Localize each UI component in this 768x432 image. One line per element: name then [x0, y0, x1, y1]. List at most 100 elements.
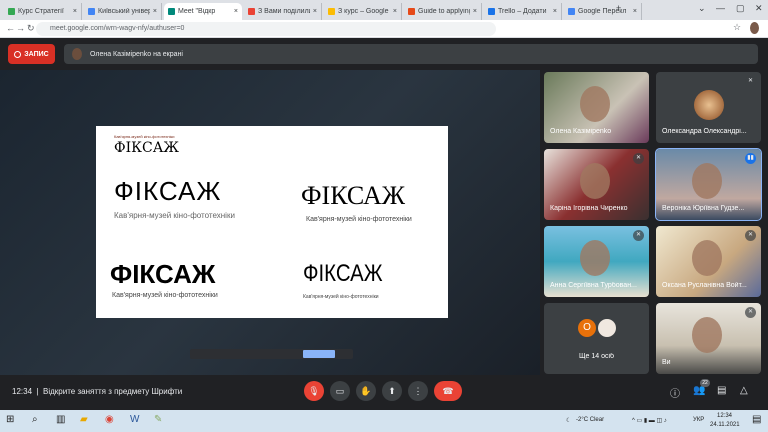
- camera-toggle-button[interactable]: ▭: [330, 381, 350, 401]
- browser-tab[interactable]: Google Перекл ×: [564, 3, 642, 20]
- address-bar-row: ← → ↻ meet.google.com/wrn-wagv-nfy/authu…: [0, 20, 768, 38]
- mic-toggle-button[interactable]: 🎙: [304, 381, 324, 401]
- close-tab-icon[interactable]: ×: [633, 8, 637, 15]
- tab-title: Meet "Відкр: [178, 8, 216, 15]
- participant-name: Вероніка Юріївна Гудзе...: [662, 205, 745, 212]
- tab-strip: Курс Стратегії × Київський універ × Meet "Ві…: [0, 0, 768, 20]
- record-icon: [14, 50, 22, 58]
- mic-muted-icon: ✕: [745, 307, 756, 318]
- tab-search-icon[interactable]: ⌄: [698, 3, 706, 14]
- tab-title: Guide to applying: [418, 8, 470, 15]
- maximize-icon[interactable]: ▢: [736, 3, 745, 14]
- small-logo-caption: Кав'ярня-музей кіно-фототехніки: [114, 134, 175, 139]
- participant-video: [692, 163, 722, 199]
- info-icon[interactable]: ⓘ: [670, 385, 680, 400]
- file-explorer-icon[interactable]: ▰: [80, 414, 88, 425]
- participant-tile[interactable]: Ви ✕: [656, 303, 761, 374]
- browser-tab[interactable]: Курс Стратегії ×: [4, 3, 82, 20]
- chrome-icon[interactable]: ◉: [105, 414, 114, 425]
- word-icon[interactable]: W: [130, 414, 139, 425]
- minimize-icon[interactable]: —: [716, 3, 725, 13]
- participant-name: Ви: [662, 359, 671, 366]
- url-input[interactable]: meet.google.com/wrn-wagv-nfy/authuser=0: [36, 22, 496, 36]
- participant-video: [580, 86, 610, 122]
- back-icon[interactable]: ←: [6, 23, 15, 33]
- more-options-button[interactable]: ⋮: [408, 381, 428, 401]
- favicon-icon: [8, 8, 15, 15]
- participant-video: [580, 240, 610, 276]
- activities-icon[interactable]: △: [740, 385, 748, 396]
- favicon-icon: [568, 8, 575, 15]
- presenting-banner: Олена Казімірenko на екрані: [64, 44, 758, 64]
- browser-tab[interactable]: З курс – Google ×: [324, 3, 402, 20]
- recording-indicator[interactable]: ЗАПИС: [8, 44, 55, 64]
- participant-tile[interactable]: Оксана Русланівна Войт... ✕: [656, 226, 761, 297]
- participant-count-badge: 22: [700, 379, 710, 387]
- weather-text[interactable]: -2°C Clear: [576, 417, 604, 423]
- start-icon[interactable]: ⊞: [6, 414, 14, 425]
- close-tab-icon[interactable]: ×: [473, 8, 477, 15]
- close-tab-icon[interactable]: ×: [153, 8, 157, 15]
- task-view-icon[interactable]: ▥: [56, 414, 65, 425]
- chat-icon[interactable]: ▤: [717, 385, 726, 396]
- clock-date[interactable]: 24.11.2021: [710, 422, 740, 428]
- meeting-title: Відкрите заняття з предмету Шрифти: [43, 387, 183, 396]
- leave-call-button[interactable]: ☎: [434, 381, 462, 401]
- language-indicator[interactable]: УКР: [693, 417, 704, 423]
- participant-tile[interactable]: Вероніка Юріївна Гудзе... ▮▮: [655, 148, 762, 221]
- raise-hand-button[interactable]: ✋: [356, 381, 376, 401]
- browser-tab[interactable]: З Вами поділили ×: [244, 3, 322, 20]
- favicon-icon: [488, 8, 495, 15]
- tab-title: Київський універ: [98, 8, 150, 15]
- participant-video: [692, 240, 722, 276]
- close-tab-icon[interactable]: ×: [73, 8, 77, 15]
- tab-title: Google Перекл: [578, 8, 627, 15]
- search-icon[interactable]: ⌕: [32, 414, 38, 425]
- participant-name: Каріна Ігорівна Чиренко: [550, 205, 628, 212]
- avatar: О: [578, 319, 596, 337]
- reload-icon[interactable]: ↻: [27, 23, 35, 34]
- participant-tile[interactable]: О Ще 14 осіб: [544, 303, 649, 374]
- browser-tab[interactable]: Meet "Відкр ×: [164, 3, 242, 20]
- clock-time[interactable]: 12:34: [717, 413, 732, 419]
- presentation-slide: Кав'ярня-музей кіно-фототехніки ФІКСАЖ Ф…: [96, 126, 448, 318]
- participant-video: [580, 163, 610, 199]
- camera-icon: ▭: [335, 385, 345, 396]
- more-participants-label: Ще 14 осіб: [578, 353, 615, 360]
- more-vert-icon: ⋮: [413, 385, 423, 396]
- meeting-time: 12:34 | Відкрите заняття з предмету Шриф…: [12, 387, 183, 396]
- close-tab-icon[interactable]: ×: [393, 8, 397, 15]
- paint-icon[interactable]: ✎: [154, 414, 162, 425]
- present-button[interactable]: ⬆: [382, 381, 402, 401]
- logo-subtitle: Кав'ярня-музей кіно-фототехніки: [303, 294, 379, 300]
- browser-tab[interactable]: Київський універ ×: [84, 3, 162, 20]
- windows-taskbar: ⊞ ⌕ ▥ ▰ ◉ W ✎ ☾ -2°C Clear ^ ▭ ▮ ▬ ◫ ♪ У…: [0, 410, 768, 432]
- mic-muted-icon: ✕: [745, 230, 756, 241]
- browser-tab[interactable]: Guide to applying ×: [404, 3, 482, 20]
- new-tab-button[interactable]: +: [616, 3, 621, 13]
- toast-action-button[interactable]: [303, 350, 335, 358]
- close-tab-icon[interactable]: ×: [234, 8, 238, 15]
- participant-video: [692, 317, 722, 353]
- participant-name: Олександра Олександрі...: [662, 128, 747, 135]
- tray-icons[interactable]: ^ ▭ ▮ ▬ ◫ ♪: [632, 417, 667, 424]
- participant-tile[interactable]: Анна Сергіївна Турбован... ✕: [544, 226, 649, 297]
- bookmark-star-icon[interactable]: ☆: [733, 22, 741, 33]
- avatar: [72, 48, 82, 60]
- browser-tab[interactable]: Trello – Додати ×: [484, 3, 562, 20]
- participant-tile[interactable]: Олександра Олександрі... ✕: [656, 72, 761, 143]
- close-tab-icon[interactable]: ×: [553, 8, 557, 15]
- logo-title: ФІКСАЖ: [114, 176, 222, 206]
- close-tab-icon[interactable]: ×: [313, 8, 317, 15]
- logo-subtitle: Кав'ярня-музей кіно-фототехніки: [114, 211, 235, 220]
- close-window-icon[interactable]: ✕: [755, 3, 763, 14]
- participant-name: Анна Сергіївна Турбован...: [550, 282, 637, 289]
- logo-title: ФІКСАЖ: [303, 260, 383, 287]
- participant-tile[interactable]: Каріна Ігорівна Чиренко ✕: [544, 149, 649, 220]
- forward-icon[interactable]: →: [16, 23, 25, 33]
- logo-subtitle: Кав'ярня-музей кіно-фототехніки: [112, 292, 218, 299]
- present-icon: ⬆: [388, 385, 396, 396]
- profile-avatar[interactable]: [750, 22, 759, 34]
- participant-tile[interactable]: Олена Казімірenko: [544, 72, 649, 143]
- notifications-icon[interactable]: ▤: [752, 414, 761, 425]
